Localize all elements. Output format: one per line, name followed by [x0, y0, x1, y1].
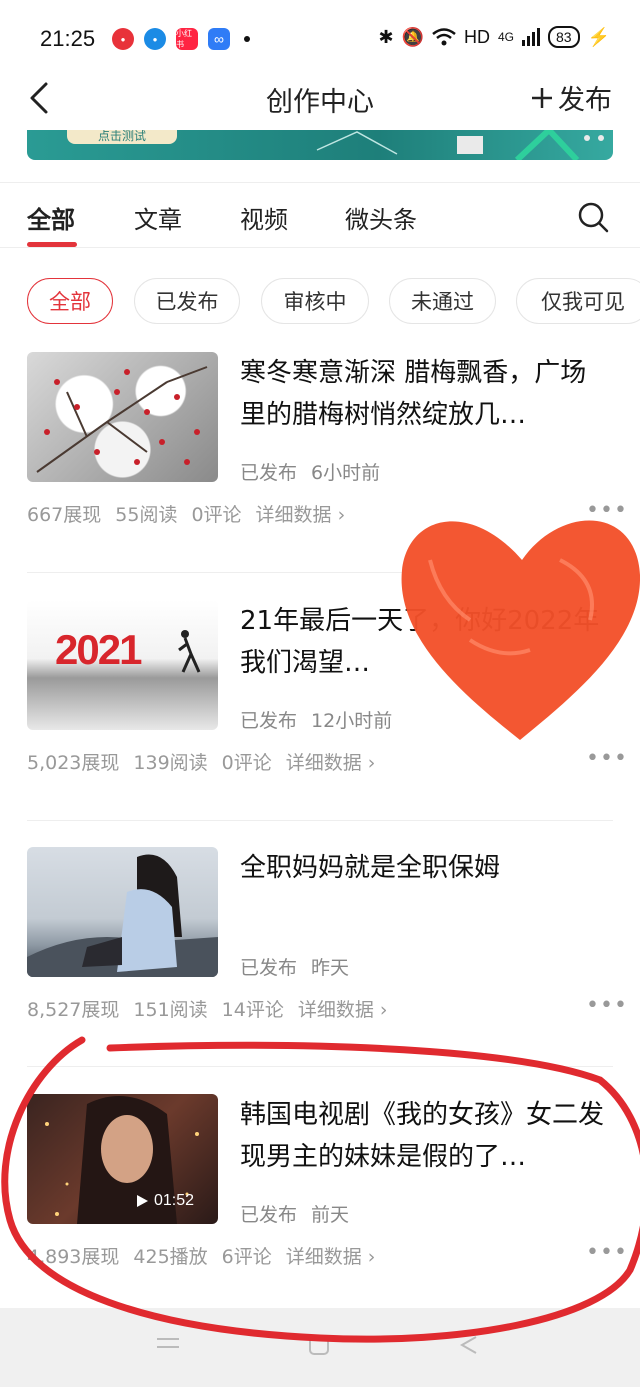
- content-tabs: 全部 文章 视频 微头条: [0, 190, 640, 248]
- battery-level: 83: [548, 26, 580, 48]
- woman-sitting-thumbnail: [27, 847, 218, 977]
- filter-private[interactable]: 仅我可见: [516, 278, 640, 324]
- bluetooth-icon: ✱: [378, 26, 394, 47]
- card-title: 韩国电视剧《我的女孩》女二发现男主的妹妹是假的了…: [240, 1100, 605, 1172]
- divider: [0, 182, 640, 183]
- banner-pill: 点击测试: [67, 130, 177, 144]
- reads-count: 151阅读: [133, 999, 208, 1021]
- publish-button[interactable]: 发布: [530, 78, 612, 117]
- card-status: 已发布: [240, 462, 298, 484]
- back-nav-icon[interactable]: [458, 1334, 480, 1356]
- filter-rejected[interactable]: 未通过: [389, 278, 496, 324]
- detail-data-link[interactable]: 详细数据 ›: [298, 999, 388, 1021]
- card-meta: 已发布 前天: [240, 1200, 363, 1227]
- mute-icon: 🔕: [401, 26, 424, 47]
- plum-blossom-thumbnail: [27, 352, 218, 482]
- banner-decoration: [316, 130, 604, 160]
- card-status: 已发布: [240, 957, 298, 979]
- card-title: 21年最后一天了，你好2022年我们渴望…: [240, 606, 600, 678]
- card-status: 已发布: [240, 1204, 298, 1226]
- card-meta: 已发布 昨天: [240, 953, 363, 980]
- system-nav-bar: [0, 1308, 640, 1387]
- video-duration-badge: 01:52: [135, 1192, 194, 1210]
- comments-count: 6评论: [221, 1246, 272, 1268]
- comments-count: 14评论: [221, 999, 284, 1021]
- search-icon[interactable]: [576, 200, 610, 234]
- signal-icon: [522, 28, 540, 46]
- more-options-icon[interactable]: •••: [586, 993, 628, 1018]
- impressions-count: 667展现: [27, 504, 102, 526]
- menu-nav-icon[interactable]: [155, 1336, 181, 1350]
- system-icons: ✱ 🔕 HD 4G 83 ⚡: [378, 26, 610, 48]
- network-label: HD: [463, 26, 490, 47]
- card-time: 6小时前: [311, 462, 381, 484]
- browser-app-icon: ●: [144, 28, 166, 50]
- more-options-icon[interactable]: •••: [586, 746, 628, 771]
- divider: [27, 572, 613, 573]
- xiaohongshu-app-icon: 小红书: [176, 28, 198, 50]
- active-tab-indicator: [27, 242, 77, 247]
- detail-data-link[interactable]: 详细数据 ›: [286, 752, 376, 774]
- reads-count: 55阅读: [115, 504, 178, 526]
- drama-video-thumbnail: 01:52: [27, 1094, 218, 1224]
- filter-published[interactable]: 已发布: [134, 278, 240, 324]
- detail-data-link[interactable]: 详细数据 ›: [256, 504, 346, 526]
- tab-articles[interactable]: 文章: [134, 200, 182, 235]
- card-title: 寒冬寒意渐深 腊梅飘香，广场里的腊梅树悄然绽放几…: [240, 358, 587, 430]
- wifi-icon: [432, 28, 456, 46]
- card-meta: 已发布 12小时前: [240, 706, 406, 733]
- more-options-icon[interactable]: •••: [586, 498, 628, 523]
- card-stats: 8,527展现 151阅读 14评论 详细数据 ›: [27, 995, 402, 1022]
- charging-icon: ⚡: [587, 26, 610, 47]
- impressions-count: 8,527展现: [27, 999, 120, 1021]
- thumbnail-year-text: 2021: [55, 626, 142, 673]
- card-stats: 4,893展现 425播放 6评论 详细数据 ›: [27, 1242, 389, 1269]
- card-time: 12小时前: [311, 710, 393, 732]
- status-bar: 21:25 ● ● 小红书 ∞ ✱ 🔕 HD 4G 83 ⚡: [0, 0, 640, 72]
- comments-count: 0评论: [221, 752, 272, 774]
- card-time: 昨天: [311, 957, 350, 979]
- divider: [27, 1066, 613, 1067]
- reads-count: 139阅读: [133, 752, 208, 774]
- signal-label: 4G: [497, 30, 514, 44]
- comments-count: 0评论: [191, 504, 242, 526]
- plus-icon: [532, 87, 552, 108]
- tab-all[interactable]: 全部: [27, 200, 75, 235]
- app-header: 创作中心 发布: [0, 72, 640, 130]
- card-stats: 667展现 55阅读 0评论 详细数据 ›: [27, 500, 359, 527]
- video-duration: 01:52: [154, 1192, 195, 1209]
- music-app-icon: ●: [112, 28, 134, 50]
- home-nav-icon[interactable]: [308, 1334, 330, 1356]
- card-title: 全职妈妈就是全职保姆: [240, 853, 501, 883]
- notification-icons: ● ● 小红书 ∞: [112, 28, 250, 50]
- tab-videos[interactable]: 视频: [240, 200, 288, 235]
- plays-count: 425播放: [133, 1246, 208, 1268]
- link-app-icon: ∞: [208, 28, 230, 50]
- blossom-branches: [36, 366, 208, 473]
- filter-reviewing[interactable]: 审核中: [261, 278, 369, 324]
- status-time: 21:25: [40, 26, 96, 51]
- woman-figure: [27, 854, 218, 977]
- publish-label: 发布: [558, 85, 612, 116]
- detail-data-link[interactable]: 详细数据 ›: [286, 1246, 376, 1268]
- promo-banner[interactable]: 点击测试: [27, 130, 613, 160]
- filter-all[interactable]: 全部: [27, 278, 113, 324]
- impressions-count: 5,023展现: [27, 752, 120, 774]
- divider: [27, 820, 613, 821]
- year-2021-thumbnail: 2021: [27, 600, 218, 730]
- play-icon: [137, 1195, 148, 1207]
- impressions-count: 4,893展现: [27, 1246, 120, 1268]
- tab-microposts[interactable]: 微头条: [345, 200, 417, 235]
- card-meta: 已发布 6小时前: [240, 458, 394, 485]
- card-stats: 5,023展现 139阅读 0评论 详细数据 ›: [27, 748, 389, 775]
- more-notifications-icon: [244, 36, 250, 42]
- card-status: 已发布: [240, 710, 298, 732]
- more-options-icon[interactable]: •••: [586, 1240, 628, 1265]
- figure-pushing-icon: [178, 630, 201, 673]
- card-time: 前天: [311, 1204, 350, 1226]
